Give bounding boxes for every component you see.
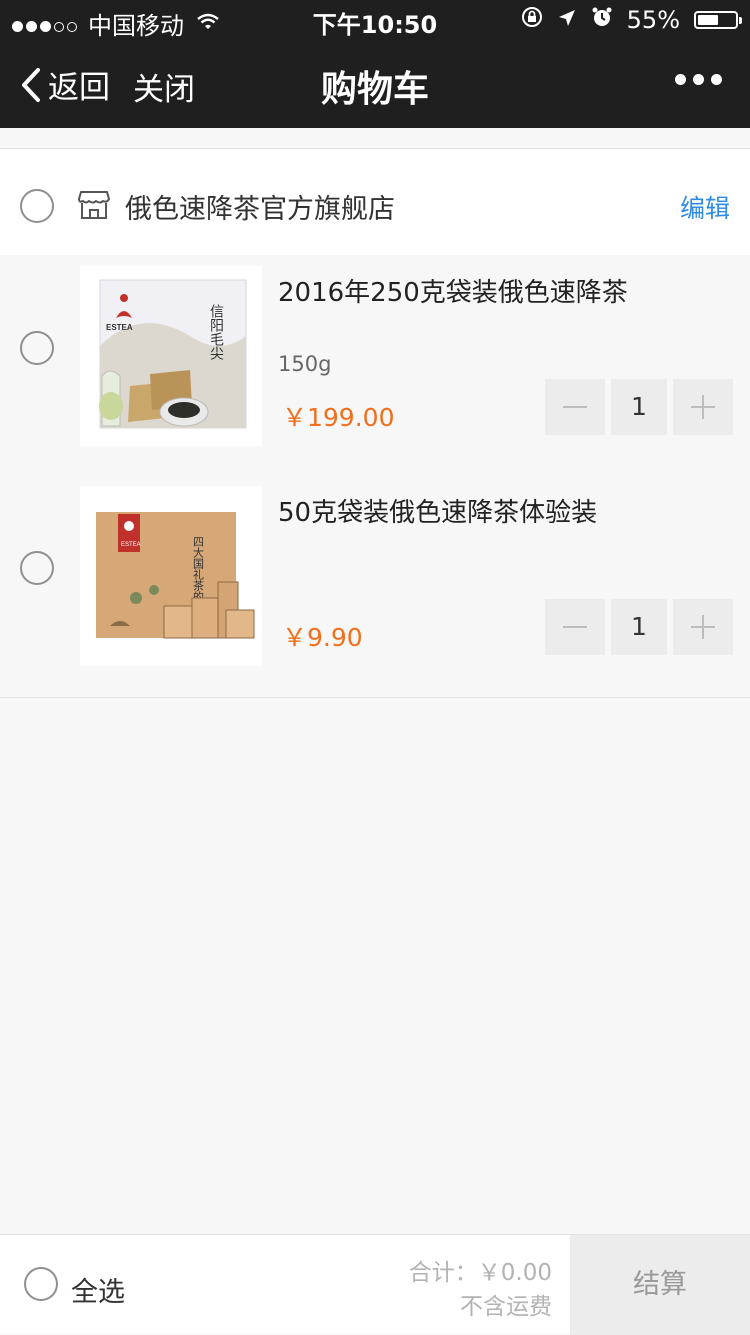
product-price: ￥9.90 [282,623,363,652]
shipping-note: 不含运费 [460,1294,552,1320]
increase-quantity-button[interactable] [673,599,733,655]
battery-icon [694,11,742,29]
alarm-icon [591,6,613,34]
store-header: 俄色速降茶官方旗舰店 编辑 [0,148,750,255]
cart-item: ESTEA 信阳毛尖 2016年250克袋装俄色速降茶 150g ￥199.00… [0,256,750,456]
store-name[interactable]: 俄色速降茶官方旗舰店 [125,187,395,226]
select-all-checkbox[interactable] [24,1267,58,1301]
battery-percent: 55% [626,6,680,34]
total-amount: 合计：￥0.00 [408,1260,552,1286]
store-icon [77,187,111,225]
more-options-icon[interactable] [668,74,722,85]
quantity-stepper: 1 [545,379,733,435]
list-divider [0,697,750,698]
navigation-bar: 返回 关闭 购物车 [0,40,750,128]
rotation-lock-icon [521,6,543,34]
page-title: 购物车 [320,69,429,110]
edit-button[interactable]: 编辑 [680,189,730,225]
location-arrow-icon [557,6,577,34]
product-title[interactable]: 2016年250克袋装俄色速降茶 [278,272,628,309]
store-select-checkbox[interactable] [20,189,54,223]
quantity-input[interactable]: 1 [611,379,667,435]
product-image[interactable]: ESTEA 四大国礼茶的故事 [80,486,262,666]
product-image[interactable]: ESTEA 信阳毛尖 [80,266,262,446]
quantity-input[interactable]: 1 [611,599,667,655]
product-spec: 150g [278,352,332,376]
cart-item: ESTEA 四大国礼茶的故事 50克袋装俄色速降茶体验装 ￥9.90 1 [0,476,750,676]
item-select-checkbox[interactable] [20,551,54,585]
svg-text:ESTEA: ESTEA [106,323,133,332]
status-bar: 中国移动 下午10:50 55% [0,0,750,40]
product-title[interactable]: 50克袋装俄色速降茶体验装 [278,492,597,529]
product-price: ￥199.00 [282,403,395,432]
decrease-quantity-button[interactable] [545,379,605,435]
checkout-button[interactable]: 结算 [570,1235,750,1335]
quantity-stepper: 1 [545,599,733,655]
svg-text:ESTEA: ESTEA [121,542,141,548]
decrease-quantity-button[interactable] [545,599,605,655]
item-select-checkbox[interactable] [20,331,54,365]
checkout-bar: 全选 合计：￥0.00 不含运费 结算 [0,1234,750,1335]
increase-quantity-button[interactable] [673,379,733,435]
select-all-label[interactable]: 全选 [71,1270,125,1309]
svg-text:信阳毛尖: 信阳毛尖 [208,304,224,360]
